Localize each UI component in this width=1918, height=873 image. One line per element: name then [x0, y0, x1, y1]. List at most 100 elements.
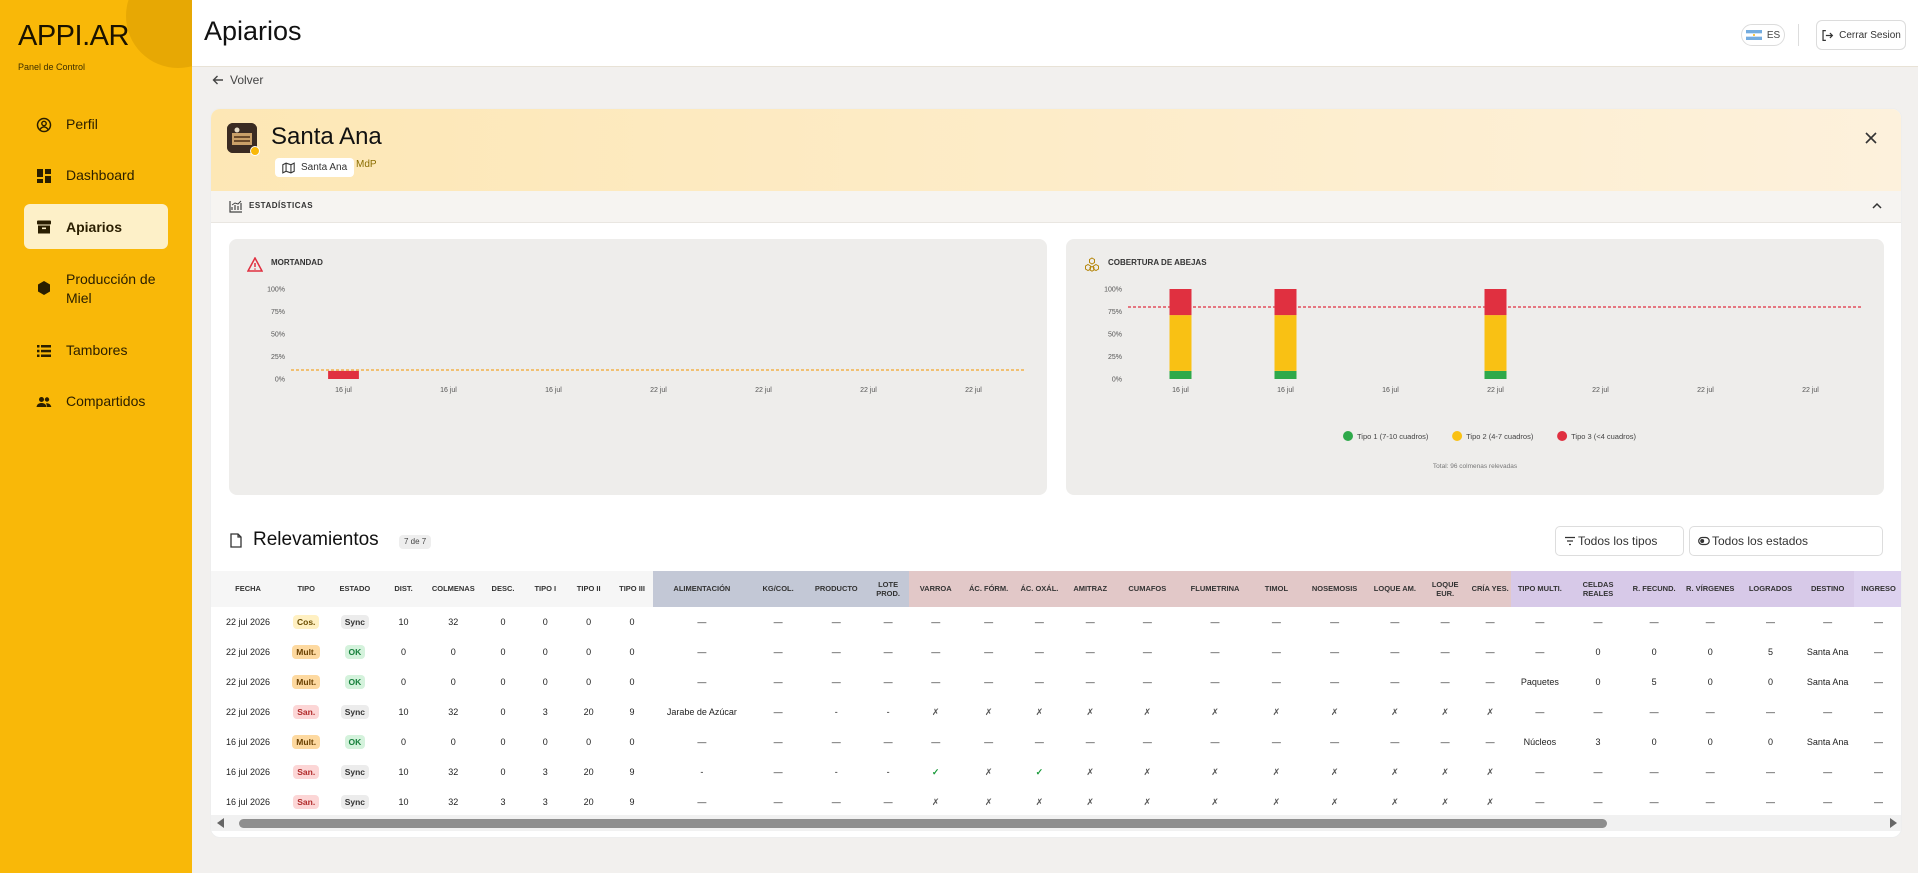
table-cell: ✗ — [1252, 757, 1301, 787]
close-button[interactable] — [1865, 127, 1877, 150]
table-cell: 22 jul 2026 — [226, 617, 271, 627]
table-cell: 0 — [629, 617, 635, 627]
table-cell: — — [1210, 617, 1220, 627]
table-cell: — — [1874, 797, 1884, 807]
cross-icon: ✗ — [1486, 766, 1494, 777]
table-cell: — — [697, 737, 707, 747]
table-cell: 9 — [629, 767, 635, 777]
x-tick-label: 22 jul — [1802, 387, 1819, 394]
page-title: Apiarios — [204, 16, 302, 46]
table-cell: 20 — [583, 767, 594, 777]
table-row[interactable]: 16 jul 2026 San. Sync 10 32 0 3 20 9- — - - ✓ ✗ ✓ ✗ ✗ ✗ ✗ ✗… — [211, 757, 1901, 787]
decorative-blob — [126, 0, 192, 68]
horizontal-scrollbar[interactable] — [211, 815, 1901, 831]
table-cell: — — [1271, 677, 1281, 687]
table-cell: — — [697, 617, 707, 627]
apiary-name: Santa Ana — [271, 123, 382, 150]
apiary-card: Santa Ana Santa Ana MdP ESTADÍSTICAS MOR… — [210, 108, 1902, 838]
sidebar-item-apiarios[interactable]: Apiarios — [24, 204, 168, 249]
table-cell: — — [1823, 797, 1833, 807]
brand-logo[interactable]: APPI.AR — [18, 20, 129, 53]
cobertura-total-text: Total: 96 colmenas relevadas — [1433, 463, 1518, 470]
table-cell: — — [1535, 647, 1545, 657]
sidebar-item-tambores[interactable]: Tambores — [24, 342, 168, 359]
table-cell: — — [1330, 647, 1340, 657]
table-cell: ✗ — [1117, 787, 1178, 817]
table-cell: 9 — [629, 797, 635, 807]
table-cell: 3 — [1595, 737, 1601, 747]
table-cell: 0 — [450, 737, 456, 747]
table-cell: — — [1440, 737, 1450, 747]
stats-section-toggle[interactable]: ESTADÍSTICAS — [211, 191, 1901, 223]
sidebar-item-dashboard[interactable]: Dashboard — [24, 167, 168, 184]
table-row[interactable]: 16 jul 2026 Mult. OK 0 0 0 0 0 0 — — — — — — — — — — — — — — — N… — [211, 727, 1901, 757]
scrollbar-thumb[interactable] — [239, 819, 1607, 828]
table-cell: ✗ — [962, 787, 1015, 817]
table-cell: — — [1593, 767, 1603, 777]
table-cell: — — [1535, 617, 1545, 627]
table-row[interactable]: 22 jul 2026 San. Sync 10 32 0 3 20 9 Jarabe de Az… — [211, 697, 1901, 727]
table-cell: 5 — [1651, 677, 1657, 687]
table-cell: 0 — [500, 647, 506, 657]
stats-label: ESTADÍSTICAS — [249, 201, 314, 210]
sidebar-item-perfil[interactable]: Perfil — [24, 116, 168, 133]
table-cell: — — [1085, 647, 1095, 657]
table-cell: — — [773, 797, 783, 807]
table-row[interactable]: 22 jul 2026 Mult. OK 0 0 0 0 0 0 — — — — — — — — — — — — — — — P… — [211, 667, 1901, 697]
mortandad-chart: 100% 75% 50% 25% 0% 16 jul 16 jul 16 jul 22 jul 2… — [267, 287, 1026, 394]
table-cell: — — [1874, 647, 1884, 657]
legend-label: Tipo 3 (<4 cuadros) — [1571, 432, 1636, 441]
type-badge: Cos. — [293, 615, 320, 629]
cobertura-chart-card: COBERTURA DE ABEJAS 100% 75% 50% 25% 0% 16 ju… — [1066, 239, 1884, 495]
column-header: TIPO — [285, 571, 328, 607]
hexagon-icon — [38, 281, 50, 295]
type-filter[interactable]: Todos los tipos — [1555, 526, 1684, 556]
location-tag: MdP — [356, 159, 377, 170]
column-header: ESTADO — [327, 571, 383, 607]
status-badge: OK — [344, 645, 366, 659]
table-cell: — — [1330, 677, 1340, 687]
table-cell: ✗ — [1178, 697, 1252, 727]
check-icon: ✓ — [1035, 766, 1044, 777]
table-cell: Santa Ana — [1806, 647, 1849, 657]
table-cell: ✗ — [1469, 787, 1511, 817]
table-cell: — — [831, 617, 841, 627]
scroll-right-arrow[interactable] — [1890, 818, 1897, 828]
table-cell: 0 — [500, 677, 506, 687]
table-cell: — — [931, 617, 941, 627]
cross-icon: ✗ — [1035, 796, 1044, 807]
logout-button[interactable]: Cerrar Sesion — [1816, 20, 1906, 50]
column-header: LOGRADOS — [1739, 571, 1802, 607]
top-bar: Apiarios ES Cerrar Sesion — [192, 0, 1918, 67]
state-filter[interactable]: Todos los estados — [1689, 526, 1883, 556]
cross-icon: ✗ — [1143, 706, 1152, 717]
table-row[interactable]: 22 jul 2026 Cos. Sync 10 32 0 0 0 0 — — — — — — — — — — — — —… — [211, 607, 1901, 637]
table-cell: - — [700, 767, 704, 777]
table-cell: 0 — [500, 707, 506, 717]
table-cell: — — [883, 797, 893, 807]
chevron-up-icon — [1872, 202, 1882, 209]
table-row[interactable]: 22 jul 2026 Mult. OK 0 0 0 0 0 0 — — — — — — — — — — — — — — — —… — [211, 637, 1901, 667]
y-tick-label: 50% — [271, 332, 285, 339]
table-cell: 0 — [500, 617, 506, 627]
table-cell: — — [1649, 707, 1659, 717]
legend-swatch — [1343, 431, 1353, 441]
relevamientos-title: Relevamientos — [253, 529, 379, 550]
sidebar-item-produccion[interactable]: Producción de Miel — [24, 270, 168, 308]
table-cell: — — [1705, 797, 1715, 807]
table-cell: ✗ — [1301, 757, 1369, 787]
cross-icon: ✗ — [1486, 796, 1494, 807]
table-cell: — — [984, 737, 994, 747]
x-tick-label: 22 jul — [1697, 387, 1714, 394]
table-cell: 0 — [500, 767, 506, 777]
table-cell: ✓ — [1015, 757, 1064, 787]
sidebar-item-compartidos[interactable]: Compartidos — [24, 393, 168, 410]
column-header: ÁC. FÓRM. — [962, 571, 1016, 607]
scroll-left-arrow[interactable] — [217, 818, 224, 828]
cross-icon: ✗ — [1272, 766, 1281, 777]
bar-segment — [1169, 315, 1192, 371]
back-link[interactable]: Volver — [212, 73, 263, 87]
language-selector[interactable]: ES — [1741, 24, 1785, 46]
table-row[interactable]: 16 jul 2026 San. Sync 10 32 3 3 20 9 — — — — ✗ ✗ ✗ ✗ ✗ ✗ ✗ ✗… — [211, 787, 1901, 817]
table-cell: — — [1271, 647, 1281, 657]
